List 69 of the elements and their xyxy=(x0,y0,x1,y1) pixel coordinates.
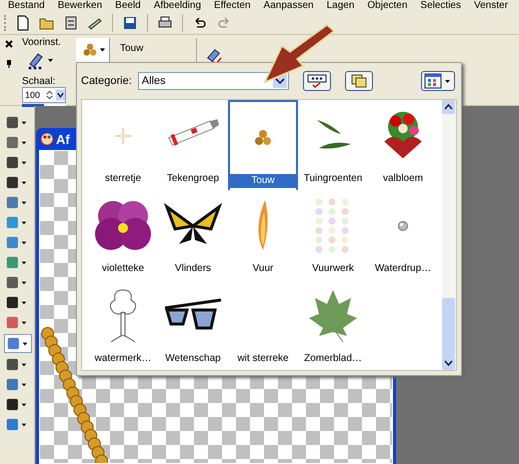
tube-item[interactable]: Tuingroenten xyxy=(298,100,368,190)
grid-window-icon xyxy=(424,73,452,89)
tube-item[interactable]: Waterdrup… xyxy=(368,190,438,280)
tube-item-label: Tuingroenten xyxy=(302,172,364,186)
menu-item[interactable]: Objecten xyxy=(367,0,408,12)
spin-arrows-icon[interactable] xyxy=(45,89,65,101)
tube-item-label: Vlinders xyxy=(174,262,212,276)
tube-select-button[interactable] xyxy=(76,38,110,62)
new-file-icon[interactable] xyxy=(15,15,31,31)
menu-item[interactable]: Beeld xyxy=(115,0,141,12)
menu-item[interactable]: Bewerken xyxy=(58,0,102,12)
tube-item-label: Wetenschap xyxy=(164,352,222,366)
caret-icon xyxy=(100,48,105,52)
close-icon[interactable] xyxy=(4,39,14,49)
tube-item-label: Zomerblad… xyxy=(303,352,363,366)
category-dropdown[interactable]: Alles xyxy=(138,72,289,90)
tube-item-label: valbloem xyxy=(382,172,424,186)
preset-check-button[interactable] xyxy=(302,71,331,91)
tube-item[interactable]: Wetenschap xyxy=(158,280,228,370)
tube-item[interactable]: Zomerblad… xyxy=(298,280,368,370)
folders-icon xyxy=(348,73,369,89)
folders-button[interactable] xyxy=(344,71,373,91)
scale-value: 100 xyxy=(24,90,40,100)
tube-name: Touw xyxy=(120,43,144,54)
tube-item-label: sterretje xyxy=(104,172,142,186)
menu-item[interactable]: Afbeelding xyxy=(154,0,202,12)
preset-label: Voorinst. xyxy=(22,37,61,48)
pin-icon[interactable] xyxy=(4,59,14,69)
sparkle-icon xyxy=(113,126,133,146)
tube-item[interactable]: Vuur xyxy=(228,190,298,280)
annotation-arrow xyxy=(263,24,335,84)
tube-item[interactable]: Tekengroep xyxy=(158,100,228,190)
scrollbar-thumb[interactable] xyxy=(442,298,455,356)
menu-item[interactable]: Selecties xyxy=(420,0,461,12)
tube-item[interactable]: wit sterreke xyxy=(228,280,298,370)
menu-item[interactable]: Venster xyxy=(474,0,508,12)
tube-item-label: Vuur xyxy=(252,262,274,276)
menu-item[interactable]: Bestand xyxy=(8,0,45,12)
menu-item[interactable]: Effecten xyxy=(214,0,251,12)
save-icon[interactable] xyxy=(122,15,138,31)
tube-item[interactable]: watermerk… xyxy=(88,280,158,370)
tube-item[interactable]: Vuurwerk xyxy=(298,190,368,280)
beads-icon xyxy=(253,128,273,148)
dots-check-icon xyxy=(306,73,327,89)
window-title: Af xyxy=(56,132,70,146)
tube-item-label: Waterdrup… xyxy=(374,262,432,276)
view-menu-button[interactable] xyxy=(420,71,455,91)
eraser-check-icon[interactable] xyxy=(205,47,223,65)
scale-label: Schaal: xyxy=(22,76,56,87)
menu-item[interactable]: Aanpassen xyxy=(264,0,314,12)
menu-item[interactable]: Lagen xyxy=(326,0,354,12)
tube-item[interactable]: sterretje xyxy=(88,100,158,190)
category-label: Categorie: xyxy=(81,75,132,87)
droplet-icon xyxy=(397,220,409,232)
tube-item-label: Tekengroep xyxy=(166,172,220,186)
tube-item-label: wit sterreke xyxy=(236,352,290,366)
tube-item-label: watermerk… xyxy=(94,352,152,366)
scale-spin-field[interactable]: 100 xyxy=(22,87,66,103)
palette-icon xyxy=(40,132,54,146)
scroll-up-button[interactable] xyxy=(442,100,455,114)
tube-item[interactable]: Touw xyxy=(228,100,298,190)
scroll-down-button[interactable] xyxy=(442,356,455,370)
tube-item-label: violetteke xyxy=(100,262,146,276)
tube-item[interactable]: valbloem xyxy=(368,100,438,190)
tube-item-label: Vuurwerk xyxy=(311,262,355,276)
tube-item-label: Touw xyxy=(230,174,296,188)
beads-icon xyxy=(82,42,98,58)
tube-item[interactable]: Vlinders xyxy=(158,190,228,280)
tube-item[interactable]: violetteke xyxy=(88,190,158,280)
